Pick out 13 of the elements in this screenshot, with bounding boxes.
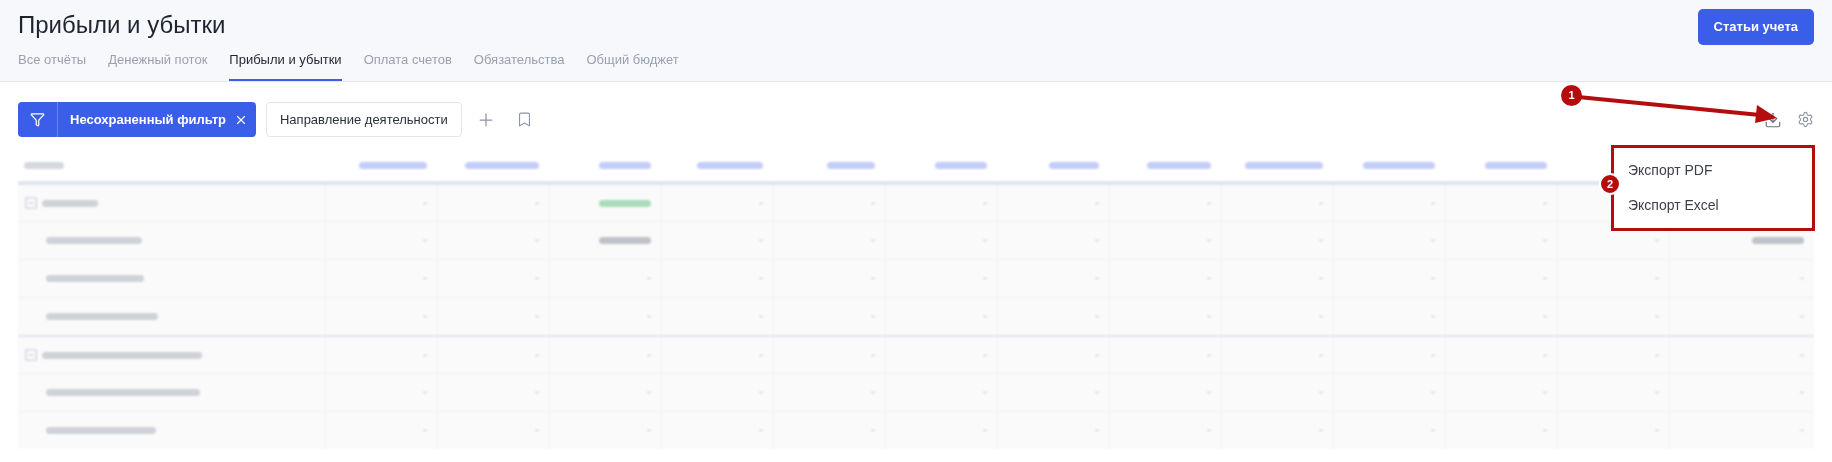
step-marker: 1 <box>1561 85 1582 106</box>
filter-button[interactable]: Несохраненный фильтр <box>18 102 256 137</box>
filter-chip[interactable]: Направление деятельности <box>265 102 462 137</box>
accounts-button[interactable]: Статьи учета <box>1697 9 1814 45</box>
menu-item[interactable]: Экспорт PDF <box>1628 160 1812 181</box>
menu-item[interactable]: Экспорт Excel <box>1628 195 1812 216</box>
filter-icon <box>30 112 45 127</box>
download-icon[interactable] <box>1764 110 1782 129</box>
step-marker: 2 <box>1599 173 1621 195</box>
settings-icon[interactable] <box>1797 111 1814 128</box>
filter-label: Несохраненный фильтр <box>69 110 226 129</box>
page-title: Прибыли и убытки <box>18 10 227 40</box>
report-tab[interactable]: Прибыли и убытки <box>229 50 342 81</box>
